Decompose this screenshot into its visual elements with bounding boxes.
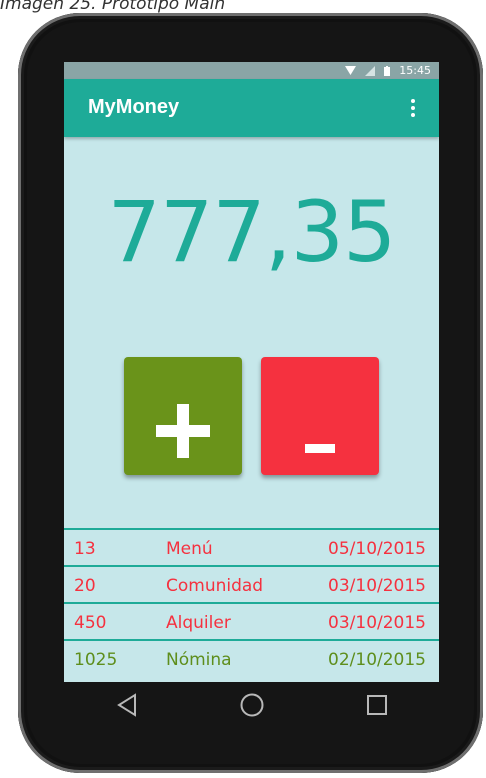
transaction-date: 03/10/2015 (328, 576, 426, 596)
transaction-date: 05/10/2015 (328, 539, 426, 559)
app-screen: 15:45 MyMoney 777,35 13 Menú 05/10/2015 … (64, 62, 439, 682)
add-expense-button[interactable] (261, 357, 379, 475)
home-icon[interactable] (232, 685, 272, 725)
app-bar: MyMoney (64, 79, 439, 137)
wifi-icon (345, 66, 357, 75)
transaction-amount: 20 (74, 576, 96, 596)
back-icon[interactable] (107, 685, 147, 725)
recents-icon[interactable] (357, 685, 397, 725)
plus-icon (156, 404, 210, 458)
status-bar: 15:45 (64, 62, 439, 79)
balance-display: 777,35 (107, 183, 397, 281)
signal-icon (365, 65, 376, 76)
transaction-row[interactable]: 20 Comunidad 03/10/2015 (64, 565, 439, 602)
transaction-concept: Comunidad (166, 576, 264, 596)
transaction-row[interactable]: 1025 Nómina 02/10/2015 (64, 639, 439, 676)
app-title: MyMoney (88, 96, 180, 118)
minus-icon (305, 443, 335, 453)
transaction-row[interactable]: 450 Alquiler 03/10/2015 (64, 602, 439, 639)
overflow-menu-icon[interactable] (405, 96, 421, 120)
transaction-date: 02/10/2015 (328, 650, 426, 670)
transaction-amount: 13 (74, 539, 96, 559)
transaction-amount: 450 (74, 613, 107, 633)
transaction-row[interactable]: 13 Menú 05/10/2015 (64, 528, 439, 565)
transaction-concept: Menú (166, 539, 213, 559)
status-time: 15:45 (399, 64, 431, 77)
transaction-concept: Nómina (166, 650, 232, 670)
add-income-button[interactable] (124, 357, 242, 475)
transaction-concept: Alquiler (166, 613, 231, 633)
battery-icon (384, 65, 391, 76)
transaction-amount: 1025 (74, 650, 118, 670)
system-nav-bar (64, 682, 439, 727)
transaction-date: 03/10/2015 (328, 613, 426, 633)
transaction-list: 13 Menú 05/10/2015 20 Comunidad 03/10/20… (64, 528, 439, 676)
